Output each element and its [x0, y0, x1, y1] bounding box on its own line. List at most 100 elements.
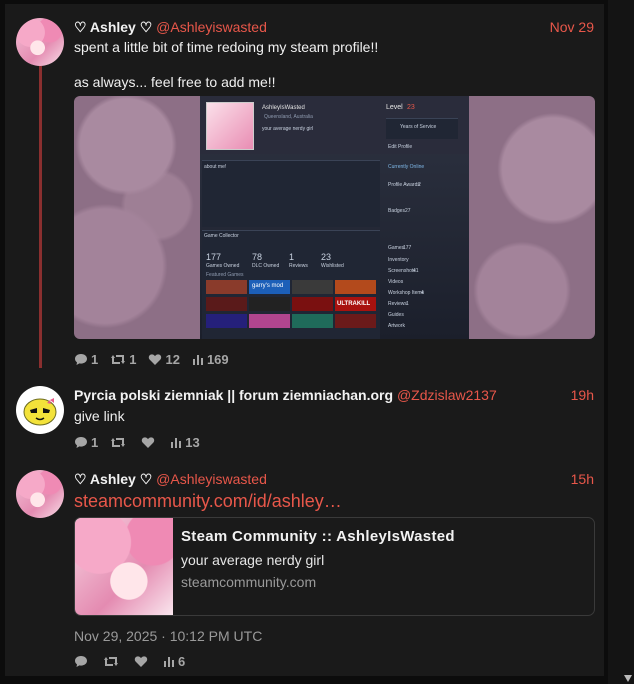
potato-face-icon: [23, 398, 57, 426]
reply-count: 1: [91, 351, 99, 367]
stat-value: 78: [252, 252, 263, 262]
card-title: Steam Community :: AshleyIsWasted: [181, 528, 455, 545]
heart-icon: [134, 655, 148, 667]
avatar[interactable]: [16, 470, 64, 518]
side-item: Workshop Items: [388, 290, 425, 296]
game-tile: [292, 297, 333, 311]
steam-profile-screenshot[interactable]: AshleyIsWasted Queensland, Australia you…: [74, 96, 595, 339]
like-button[interactable]: 12: [148, 351, 180, 367]
tweet-header: Pyrcia polski ziemniak || forum ziemniac…: [74, 386, 594, 404]
tweet-time[interactable]: Nov 29: [550, 18, 594, 36]
game-tile: [292, 314, 333, 328]
display-name[interactable]: Pyrcia polski ziemniak || forum ziemniac…: [74, 387, 393, 403]
stat-value: 23: [321, 252, 332, 262]
repost-icon: [104, 656, 118, 666]
stat-label: Wishlisted: [321, 263, 344, 269]
card-description: your average nerdy girl: [181, 552, 325, 568]
side-count: 2: [418, 182, 421, 188]
tweet-header: ♡ Ashley ♡ @Ashleyiswasted Nov 29: [74, 18, 594, 36]
avatar[interactable]: [16, 18, 64, 66]
game-tile: ULTRAKILL: [335, 297, 376, 311]
side-item: Artwork: [388, 323, 405, 329]
game-tile-label: ULTRAKILL: [337, 301, 371, 307]
comment-icon: [75, 655, 87, 667]
game-collector-title: Game Collector: [204, 233, 239, 239]
stat-label: Games Owned: [206, 263, 240, 269]
avatar[interactable]: [16, 386, 64, 434]
like-button[interactable]: [134, 655, 151, 668]
repost-button[interactable]: 1: [110, 352, 136, 367]
reply-count: 1: [91, 434, 99, 450]
profile-location: Queensland, Australia: [264, 114, 313, 120]
repost-count: 1: [129, 351, 137, 367]
reply-button[interactable]: [74, 655, 91, 668]
heart-icon: [142, 436, 155, 448]
views-count: 169: [206, 351, 229, 367]
user-handle[interactable]: @Zdzislaw2137: [397, 387, 497, 403]
scrollbar-rail[interactable]: [608, 0, 634, 684]
tweet-text-line: as always... feel free to add me!!: [74, 74, 276, 90]
repost-icon: [111, 354, 126, 364]
card-domain: steamcommunity.com: [181, 574, 317, 590]
timeline-panel: ♡ Ashley ♡ @Ashleyiswasted Nov 29 spent …: [5, 4, 604, 676]
repost-icon: [111, 437, 126, 447]
display-name[interactable]: ♡ Ashley ♡: [74, 19, 152, 35]
side-count: 27: [405, 208, 411, 214]
level-label: Level: [386, 104, 403, 111]
online-status: Currently Online: [388, 164, 425, 170]
views-icon: [171, 438, 182, 448]
tweet-time[interactable]: 15h: [571, 470, 594, 488]
game-tile: [335, 280, 376, 294]
stat-label: Reviews: [289, 263, 308, 269]
game-tile: [206, 280, 247, 294]
side-count: 177: [403, 245, 412, 251]
game-tile: [292, 280, 333, 294]
scroll-arrow-icon[interactable]: [624, 675, 632, 682]
tweet-header: ♡ Ashley ♡ @Ashleyiswasted 15h: [74, 470, 594, 488]
repost-button[interactable]: [103, 655, 122, 668]
stat-value: 177: [206, 252, 222, 262]
stat-label: DLC Owned: [252, 263, 280, 269]
game-tile-label: garry's mod: [252, 283, 284, 289]
game-tile: garry's mod: [249, 280, 290, 294]
game-tile: [206, 297, 247, 311]
profile-bio: your average nerdy girl: [262, 126, 314, 132]
badge-text: Years of Service: [400, 124, 437, 130]
game-tile: [335, 314, 376, 328]
profile-name: AshleyIsWasted: [262, 105, 305, 111]
views-button[interactable]: 6: [163, 654, 185, 669]
like-count: 12: [165, 351, 180, 367]
tweet-time[interactable]: 19h: [571, 386, 594, 404]
display-name[interactable]: ♡ Ashley ♡: [74, 471, 152, 487]
views-icon: [192, 355, 203, 365]
repost-button[interactable]: [110, 436, 129, 449]
reply-button[interactable]: 1: [74, 352, 98, 367]
user-handle[interactable]: @Ashleyiswasted: [156, 19, 267, 35]
tweet-text: give link: [74, 408, 125, 424]
tweet-link[interactable]: steamcommunity.com/id/ashley…: [74, 490, 342, 512]
side-item: Guides: [388, 312, 404, 318]
about-me-title: about me!: [204, 164, 227, 170]
reply-button[interactable]: 1: [74, 435, 98, 450]
game-tile: [249, 314, 290, 328]
user-handle[interactable]: @Ashleyiswasted: [156, 471, 267, 487]
tweet-timestamp[interactable]: Nov 29, 2025 · 10:12 PM UTC: [74, 628, 262, 644]
views-count: 6: [178, 653, 186, 669]
heart-icon: [149, 353, 162, 365]
side-count: 4: [421, 290, 424, 296]
side-item: Inventory: [388, 257, 409, 263]
about-me-box: [202, 160, 380, 227]
tweet-text-line: spent a little bit of time redoing my st…: [74, 39, 379, 55]
views-button[interactable]: 169: [192, 352, 229, 367]
side-item: Profile Awards: [388, 182, 420, 188]
game-tile: [206, 314, 247, 328]
tweet-actions: 6: [74, 653, 185, 669]
like-button[interactable]: [141, 436, 158, 449]
side-count: 1: [406, 301, 409, 307]
views-button[interactable]: 13: [170, 435, 200, 450]
link-preview-card[interactable]: Steam Community :: AshleyIsWasted your a…: [74, 517, 595, 616]
side-item: Screenshots: [388, 268, 416, 274]
stat-value: 1: [289, 252, 295, 262]
side-count: 41: [413, 268, 419, 274]
level-value: 23: [407, 104, 415, 111]
